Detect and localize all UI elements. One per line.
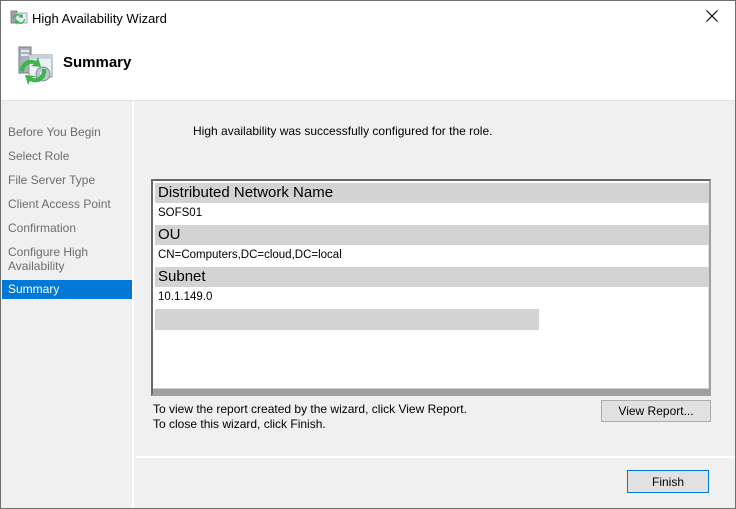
cluster-wizard-icon (10, 10, 28, 26)
wizard-steps-nav: Before You Begin Select Role File Server… (1, 102, 134, 508)
summary-report[interactable]: Distributed Network Name SOFS01 OU CN=Co… (151, 179, 711, 396)
wizard-window: High Availability Wizard Summary Before (0, 0, 736, 509)
report-section-value: SOFS01 (158, 207, 203, 219)
nav-step-confirmation[interactable]: Confirmation (2, 221, 132, 235)
hint-close-wizard: To close this wizard, click Finish. (153, 417, 326, 431)
nav-step-configure-high-availability[interactable]: Configure High Availability (2, 245, 132, 273)
window-title: High Availability Wizard (32, 11, 167, 26)
cluster-wizard-large-icon (16, 45, 54, 87)
view-report-button[interactable]: View Report... (601, 400, 711, 422)
report-section-value: CN=Computers,DC=cloud,DC=local (158, 249, 342, 261)
nav-step-label-line2: Availability (8, 259, 65, 273)
report-bottom-edge (153, 388, 709, 394)
report-section-header: Distributed Network Name (155, 183, 709, 203)
report-section-header: Subnet (155, 267, 709, 287)
nav-step-file-server-type[interactable]: File Server Type (2, 173, 132, 187)
nav-step-summary[interactable]: Summary (2, 280, 132, 299)
finish-button[interactable]: Finish (627, 470, 709, 493)
status-message: High availability was successfully confi… (193, 124, 493, 138)
nav-step-before-you-begin[interactable]: Before You Begin (2, 125, 132, 139)
report-empty-row (155, 309, 539, 330)
close-icon (706, 10, 718, 25)
close-button[interactable] (689, 1, 735, 34)
wizard-footer: Finish (136, 456, 735, 508)
summary-content: High availability was successfully confi… (136, 102, 735, 456)
nav-step-select-role[interactable]: Select Role (2, 149, 132, 163)
wizard-header: Summary (1, 35, 735, 101)
report-section-value: 10.1.149.0 (158, 291, 213, 303)
nav-step-client-access-point[interactable]: Client Access Point (2, 197, 132, 211)
report-section-header: OU (155, 225, 709, 245)
nav-step-label-line1: Configure High (8, 245, 89, 259)
title-bar: High Availability Wizard (1, 1, 735, 35)
page-title: Summary (63, 54, 132, 71)
hint-view-report: To view the report created by the wizard… (153, 402, 467, 416)
